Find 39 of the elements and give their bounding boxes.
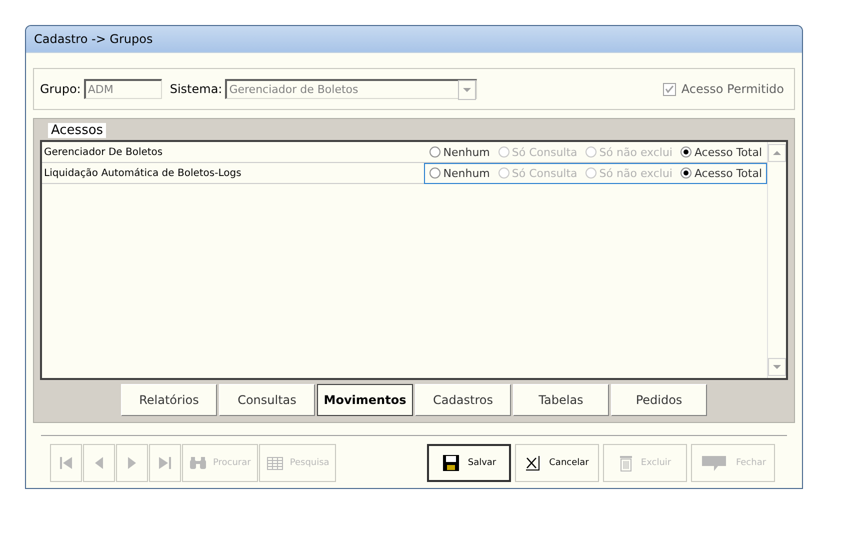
skip-icon xyxy=(158,455,172,471)
grid-icon xyxy=(266,456,284,470)
radio-button[interactable] xyxy=(680,167,692,179)
tab[interactable]: Pedidos xyxy=(611,384,707,416)
radio-label: Nenhum xyxy=(443,146,490,158)
radio-label: Só Consulta xyxy=(512,166,578,180)
tab[interactable]: Tabelas xyxy=(513,384,609,416)
tab[interactable]: Cadastros xyxy=(415,384,511,416)
radio-button[interactable] xyxy=(429,146,442,158)
action-button[interactable]: Salvar xyxy=(427,444,511,482)
action-button[interactable]: Cancelar xyxy=(515,444,599,482)
row-name: Liquidação Automática de Boletos-Logs xyxy=(43,168,242,178)
tab[interactable]: Movimentos xyxy=(317,384,413,416)
field-label: Sistema: xyxy=(170,82,222,96)
group-title: Acessos xyxy=(48,123,106,138)
radio-label: Acesso Total xyxy=(694,146,762,158)
radio-label: Acesso Total xyxy=(694,166,762,180)
row-name: Gerenciador De Boletos xyxy=(43,146,163,158)
dropdown[interactable]: Gerenciador de Boletos xyxy=(225,79,478,99)
input-field[interactable]: ADM xyxy=(84,79,162,99)
checkbox-label: Acesso Permitido xyxy=(681,82,784,96)
radio-label: Só não exclui xyxy=(599,166,672,180)
scroll-up-icon[interactable] xyxy=(768,144,786,162)
radio-label: Só não exclui xyxy=(599,146,672,158)
field-label: Grupo: xyxy=(40,82,81,96)
radio-label: Nenhum xyxy=(443,166,490,180)
cancel-icon xyxy=(525,455,542,471)
window-title: Cadastro -> Grupos xyxy=(34,32,153,46)
scrollbar[interactable] xyxy=(767,142,786,378)
trash-icon xyxy=(618,454,633,472)
tab[interactable]: Consultas xyxy=(219,384,315,416)
scroll-down-icon[interactable] xyxy=(768,358,786,376)
skip-icon xyxy=(59,455,73,471)
radio-button[interactable] xyxy=(429,167,442,179)
speech-bubble-icon xyxy=(700,454,728,472)
tab[interactable]: Relatórios xyxy=(121,384,217,416)
radio-button[interactable] xyxy=(680,146,692,158)
binoculars-icon xyxy=(189,456,207,470)
radio-label: Só Consulta xyxy=(512,146,578,158)
